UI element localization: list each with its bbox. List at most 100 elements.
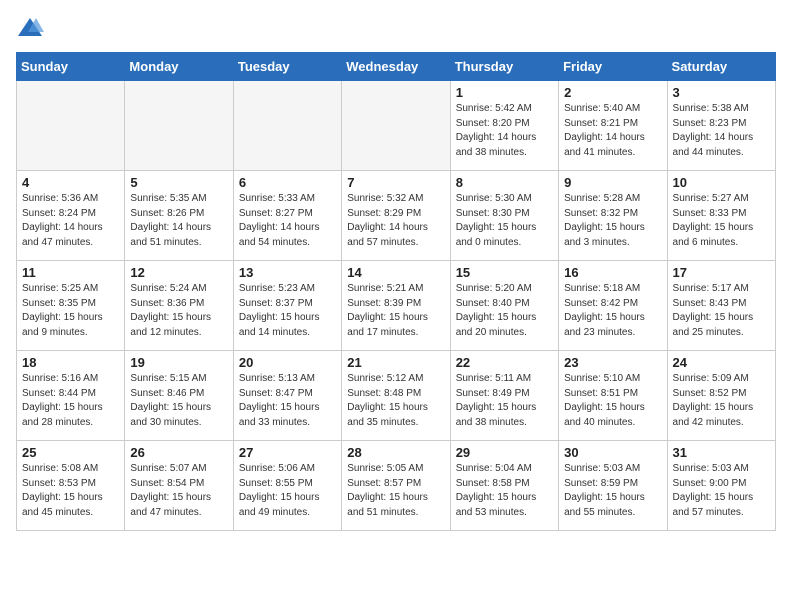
calendar-cell: 11Sunrise: 5:25 AM Sunset: 8:35 PM Dayli… [17,261,125,351]
calendar-body: 1 Sunrise: 5:42 AM Sunset: 8:20 PM Daylig… [17,81,776,531]
day-info: Sunrise: 5:21 AM Sunset: 8:39 PM Dayligh… [347,282,444,340]
calendar-cell: 16 Sunrise: 5:18 AM Sunset: 8:42 PM Dayli… [559,261,667,351]
week-row-3: 18 Sunrise: 5:16 AM Sunset: 8:44 PM Dayli… [17,351,776,441]
calendar-cell: 9 Sunrise: 5:28 AM Sunset: 8:32 PM Daylig… [559,171,667,261]
calendar-cell: 4 Sunrise: 5:36 AM Sunset: 8:24 PM Daylig… [17,171,125,261]
day-number: 4 [22,175,119,190]
day-number: 23 [564,355,661,370]
calendar-cell: 21 Sunrise: 5:12 AM Sunset: 8:48 PM Dayli… [342,351,450,441]
calendar-cell: 13 Sunrise: 5:23 AM Sunset: 8:37 PM Dayli… [233,261,341,351]
calendar-cell: 8Sunrise: 5:30 AM Sunset: 8:30 PM Daylig… [450,171,558,261]
day-number: 20 [239,355,336,370]
calendar-cell: 27Sunrise: 5:06 AM Sunset: 8:55 PM Dayli… [233,441,341,531]
calendar-cell: 23 Sunrise: 5:10 AM Sunset: 8:51 PM Dayli… [559,351,667,441]
day-number: 16 [564,265,661,280]
day-info: Sunrise: 5:05 AM Sunset: 8:57 PM Dayligh… [347,462,444,520]
day-number: 3 [673,85,770,100]
calendar-cell [233,81,341,171]
weekday-header-wednesday: Wednesday [342,53,450,81]
weekday-header-monday: Monday [125,53,233,81]
day-info: Sunrise: 5:32 AM Sunset: 8:29 PM Dayligh… [347,192,444,250]
calendar-table: SundayMondayTuesdayWednesdayThursdayFrid… [16,52,776,531]
calendar-cell: 3 Sunrise: 5:38 AM Sunset: 8:23 PM Daylig… [667,81,775,171]
day-info: Sunrise: 5:40 AM Sunset: 8:21 PM Dayligh… [564,102,661,160]
calendar-cell: 30 Sunrise: 5:03 AM Sunset: 8:59 PM Dayli… [559,441,667,531]
day-number: 19 [130,355,227,370]
day-info: Sunrise: 5:20 AM Sunset: 8:40 PM Dayligh… [456,282,553,340]
calendar-cell: 1 Sunrise: 5:42 AM Sunset: 8:20 PM Daylig… [450,81,558,171]
calendar-cell: 17 Sunrise: 5:17 AM Sunset: 8:43 PM Dayli… [667,261,775,351]
day-info: Sunrise: 5:23 AM Sunset: 8:37 PM Dayligh… [239,282,336,340]
week-row-0: 1 Sunrise: 5:42 AM Sunset: 8:20 PM Daylig… [17,81,776,171]
day-info: Sunrise: 5:18 AM Sunset: 8:42 PM Dayligh… [564,282,661,340]
day-number: 6 [239,175,336,190]
calendar-cell: 29 Sunrise: 5:04 AM Sunset: 8:58 PM Dayli… [450,441,558,531]
day-number: 31 [673,445,770,460]
day-info: Sunrise: 5:42 AM Sunset: 8:20 PM Dayligh… [456,102,553,160]
day-info: Sunrise: 5:12 AM Sunset: 8:48 PM Dayligh… [347,372,444,430]
day-number: 29 [456,445,553,460]
day-number: 21 [347,355,444,370]
day-info: Sunrise: 5:17 AM Sunset: 8:43 PM Dayligh… [673,282,770,340]
day-number: 5 [130,175,227,190]
day-info: Sunrise: 5:28 AM Sunset: 8:32 PM Dayligh… [564,192,661,250]
calendar-cell: 24 Sunrise: 5:09 AM Sunset: 8:52 PM Dayli… [667,351,775,441]
day-number: 1 [456,85,553,100]
day-number: 15 [456,265,553,280]
day-info: Sunrise: 5:03 AM Sunset: 8:59 PM Dayligh… [564,462,661,520]
calendar-cell: 2 Sunrise: 5:40 AM Sunset: 8:21 PM Daylig… [559,81,667,171]
day-info: Sunrise: 5:35 AM Sunset: 8:26 PM Dayligh… [130,192,227,250]
day-number: 2 [564,85,661,100]
day-info: Sunrise: 5:08 AM Sunset: 8:53 PM Dayligh… [22,462,119,520]
day-number: 17 [673,265,770,280]
day-number: 10 [673,175,770,190]
calendar-cell: 22 Sunrise: 5:11 AM Sunset: 8:49 PM Dayli… [450,351,558,441]
weekday-header-thursday: Thursday [450,53,558,81]
day-info: Sunrise: 5:33 AM Sunset: 8:27 PM Dayligh… [239,192,336,250]
calendar-cell: 28 Sunrise: 5:05 AM Sunset: 8:57 PM Dayli… [342,441,450,531]
week-row-1: 4 Sunrise: 5:36 AM Sunset: 8:24 PM Daylig… [17,171,776,261]
calendar-cell: 12 Sunrise: 5:24 AM Sunset: 8:36 PM Dayli… [125,261,233,351]
day-info: Sunrise: 5:30 AM Sunset: 8:30 PM Dayligh… [456,192,553,250]
day-info: Sunrise: 5:13 AM Sunset: 8:47 PM Dayligh… [239,372,336,430]
day-info: Sunrise: 5:07 AM Sunset: 8:54 PM Dayligh… [130,462,227,520]
weekday-header-friday: Friday [559,53,667,81]
day-number: 26 [130,445,227,460]
day-info: Sunrise: 5:09 AM Sunset: 8:52 PM Dayligh… [673,372,770,430]
calendar-cell: 25Sunrise: 5:08 AM Sunset: 8:53 PM Dayli… [17,441,125,531]
day-number: 18 [22,355,119,370]
calendar-cell: 18 Sunrise: 5:16 AM Sunset: 8:44 PM Dayli… [17,351,125,441]
day-info: Sunrise: 5:16 AM Sunset: 8:44 PM Dayligh… [22,372,119,430]
calendar-cell [17,81,125,171]
calendar-cell: 6 Sunrise: 5:33 AM Sunset: 8:27 PM Daylig… [233,171,341,261]
logo [16,16,48,40]
calendar-cell: 14 Sunrise: 5:21 AM Sunset: 8:39 PM Dayli… [342,261,450,351]
day-info: Sunrise: 5:24 AM Sunset: 8:36 PM Dayligh… [130,282,227,340]
calendar-cell: 15 Sunrise: 5:20 AM Sunset: 8:40 PM Dayli… [450,261,558,351]
day-number: 12 [130,265,227,280]
day-info: Sunrise: 5:38 AM Sunset: 8:23 PM Dayligh… [673,102,770,160]
week-row-4: 25Sunrise: 5:08 AM Sunset: 8:53 PM Dayli… [17,441,776,531]
day-number: 22 [456,355,553,370]
logo-icon [16,16,44,40]
weekday-header-sunday: Sunday [17,53,125,81]
day-info: Sunrise: 5:15 AM Sunset: 8:46 PM Dayligh… [130,372,227,430]
weekday-header-saturday: Saturday [667,53,775,81]
day-number: 13 [239,265,336,280]
day-number: 9 [564,175,661,190]
day-info: Sunrise: 5:10 AM Sunset: 8:51 PM Dayligh… [564,372,661,430]
calendar-cell: 10Sunrise: 5:27 AM Sunset: 8:33 PM Dayli… [667,171,775,261]
day-number: 24 [673,355,770,370]
day-number: 14 [347,265,444,280]
day-number: 28 [347,445,444,460]
day-info: Sunrise: 5:04 AM Sunset: 8:58 PM Dayligh… [456,462,553,520]
weekday-header-row: SundayMondayTuesdayWednesdayThursdayFrid… [17,53,776,81]
day-info: Sunrise: 5:11 AM Sunset: 8:49 PM Dayligh… [456,372,553,430]
day-number: 30 [564,445,661,460]
week-row-2: 11Sunrise: 5:25 AM Sunset: 8:35 PM Dayli… [17,261,776,351]
day-info: Sunrise: 5:36 AM Sunset: 8:24 PM Dayligh… [22,192,119,250]
calendar-cell [125,81,233,171]
day-number: 27 [239,445,336,460]
day-number: 7 [347,175,444,190]
calendar-cell [342,81,450,171]
